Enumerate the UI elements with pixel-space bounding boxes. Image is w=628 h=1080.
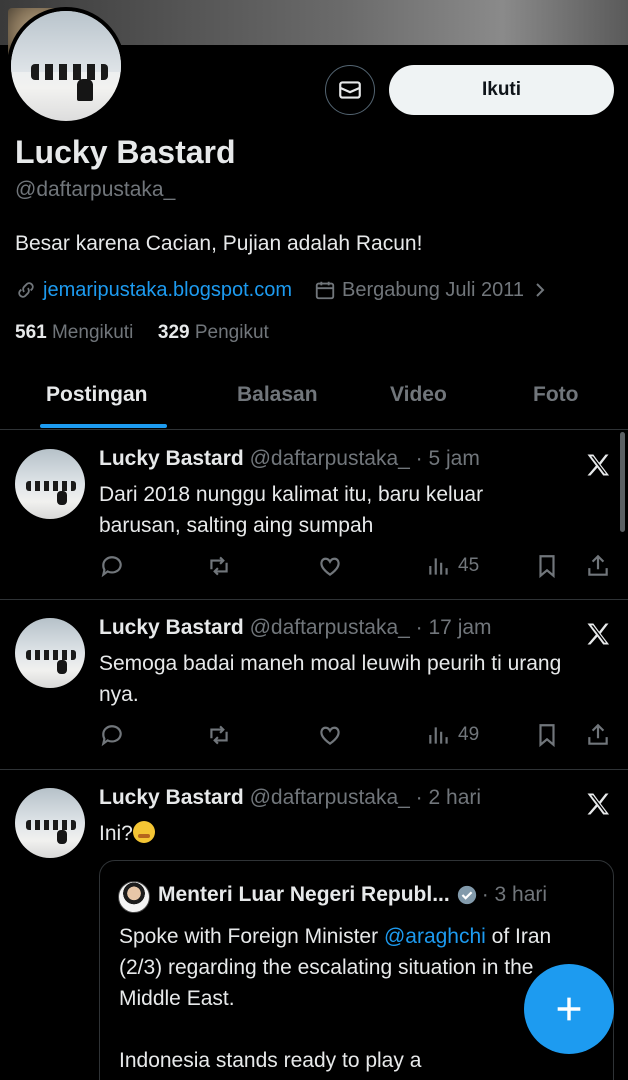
joined-date: Bergabung Juli 2011	[342, 278, 525, 301]
profile-bio: Besar karena Cacian, Pujian adalah Racun…	[15, 232, 423, 255]
follow-stats: 561 Mengikuti 329 Pengikut	[15, 322, 269, 344]
post-author-handle: @daftarpustaka_	[249, 786, 410, 809]
views-count: 49	[458, 724, 480, 745]
share-button[interactable]	[585, 551, 611, 581]
repost-icon	[210, 725, 228, 745]
scrollbar[interactable]	[620, 432, 625, 532]
calendar-icon	[315, 281, 335, 300]
post-header: Lucky Bastard @daftarpustaka_ · 17 jam	[99, 616, 492, 640]
verified-badge-icon	[457, 885, 476, 905]
tab-postingan[interactable]: Postingan	[46, 360, 148, 430]
repost-button[interactable]	[206, 720, 232, 750]
post[interactable]: Lucky Bastard @daftarpustaka_ · 5 jam Da…	[0, 431, 628, 600]
views-button[interactable]: 49	[426, 720, 479, 750]
tab-video[interactable]: Video	[390, 360, 447, 430]
post-text: Ini?	[99, 818, 569, 849]
profile-name: Lucky Bastard	[15, 134, 236, 170]
profile-avatar[interactable]	[7, 7, 125, 125]
profile-website-link[interactable]: jemaripustaka.blogspot.com	[43, 279, 292, 302]
active-tab-indicator	[40, 424, 167, 428]
x-logo-icon	[587, 793, 610, 815]
views-count: 45	[458, 555, 480, 576]
share-icon	[588, 554, 608, 576]
quoted-post-text: Spoke with Foreign Minister @araghchi of…	[119, 925, 552, 1010]
reply-icon	[101, 725, 122, 747]
share-icon	[588, 723, 608, 745]
quoted-author-avatar	[118, 881, 150, 913]
like-button[interactable]	[317, 551, 343, 581]
follow-button[interactable]: Ikuti	[389, 65, 614, 115]
post-author-handle: @daftarpustaka_	[249, 447, 410, 470]
x-logo-icon	[587, 454, 610, 476]
reply-button[interactable]	[99, 720, 125, 750]
profile-meta: jemaripustaka.blogspot.com Bergabung Jul…	[15, 276, 548, 304]
views-button[interactable]: 45	[426, 551, 479, 581]
reply-button[interactable]	[99, 551, 125, 581]
quoted-post-text-continued: Indonesia stands ready to play a	[119, 1049, 422, 1072]
x-logo-icon	[587, 623, 610, 645]
tab-balasan[interactable]: Balasan	[237, 360, 318, 430]
mention-link[interactable]: @araghchi	[384, 925, 486, 948]
like-button[interactable]	[317, 720, 343, 750]
post-author-name[interactable]: Lucky Bastard	[99, 786, 244, 809]
post-avatar[interactable]	[15, 788, 85, 858]
post-avatar[interactable]	[15, 618, 85, 688]
bookmark-button[interactable]	[534, 551, 560, 581]
post-header: Lucky Bastard @daftarpustaka_ · 5 jam	[99, 447, 480, 471]
bookmark-icon	[539, 724, 555, 748]
repost-button[interactable]	[206, 551, 232, 581]
heart-icon	[320, 726, 340, 745]
post-actions: 45	[99, 551, 619, 581]
post-author-name[interactable]: Lucky Bastard	[99, 447, 244, 470]
share-button[interactable]	[585, 720, 611, 750]
profile-tabs: Postingan Balasan Video Foto	[0, 360, 628, 430]
quoted-post-time: · 3 hari	[481, 883, 548, 906]
post[interactable]: Lucky Bastard @daftarpustaka_ · 17 jam S…	[0, 600, 628, 770]
following-link[interactable]: 561 Mengikuti	[15, 322, 133, 343]
heart-icon	[320, 557, 340, 576]
post-time: · 17 jam	[415, 616, 492, 639]
post-time: · 2 hari	[415, 786, 482, 809]
envelope-icon	[339, 81, 361, 99]
followers-link[interactable]: 329 Pengikut	[158, 322, 269, 343]
bookmark-icon	[539, 555, 555, 579]
post-header: Lucky Bastard @daftarpustaka_ · 2 hari	[99, 786, 481, 810]
reply-icon	[101, 556, 122, 578]
post-avatar[interactable]	[15, 449, 85, 519]
post-text: Dari 2018 nunggu kalimat itu, baru kelua…	[99, 483, 484, 537]
profile-handle: @daftarpustaka_	[15, 178, 176, 201]
quoted-post-header: Menteri Luar Negeri Republ... · 3 hari	[158, 883, 547, 907]
compose-post-button[interactable]	[524, 964, 614, 1054]
link-icon	[18, 282, 34, 298]
views-icon	[429, 558, 448, 575]
quoted-post[interactable]: Menteri Luar Negeri Republ... · 3 hari S…	[99, 860, 614, 1080]
repost-icon	[210, 556, 228, 576]
chevron-right-icon[interactable]	[532, 281, 548, 299]
post-actions: 49	[99, 720, 619, 750]
quoted-author-name: Menteri Luar Negeri Republ...	[158, 883, 450, 906]
post-text: Semoga badai maneh moal leuwih peurih ti…	[99, 652, 562, 706]
bookmark-button[interactable]	[534, 720, 560, 750]
plus-icon	[557, 997, 581, 1021]
post-author-handle: @daftarpustaka_	[249, 616, 410, 639]
views-icon	[429, 727, 448, 744]
post-time: · 5 jam	[415, 447, 480, 470]
post-author-name[interactable]: Lucky Bastard	[99, 616, 244, 639]
tab-foto[interactable]: Foto	[533, 360, 578, 430]
message-button[interactable]	[325, 65, 375, 115]
melting-face-emoji-icon	[132, 821, 155, 843]
